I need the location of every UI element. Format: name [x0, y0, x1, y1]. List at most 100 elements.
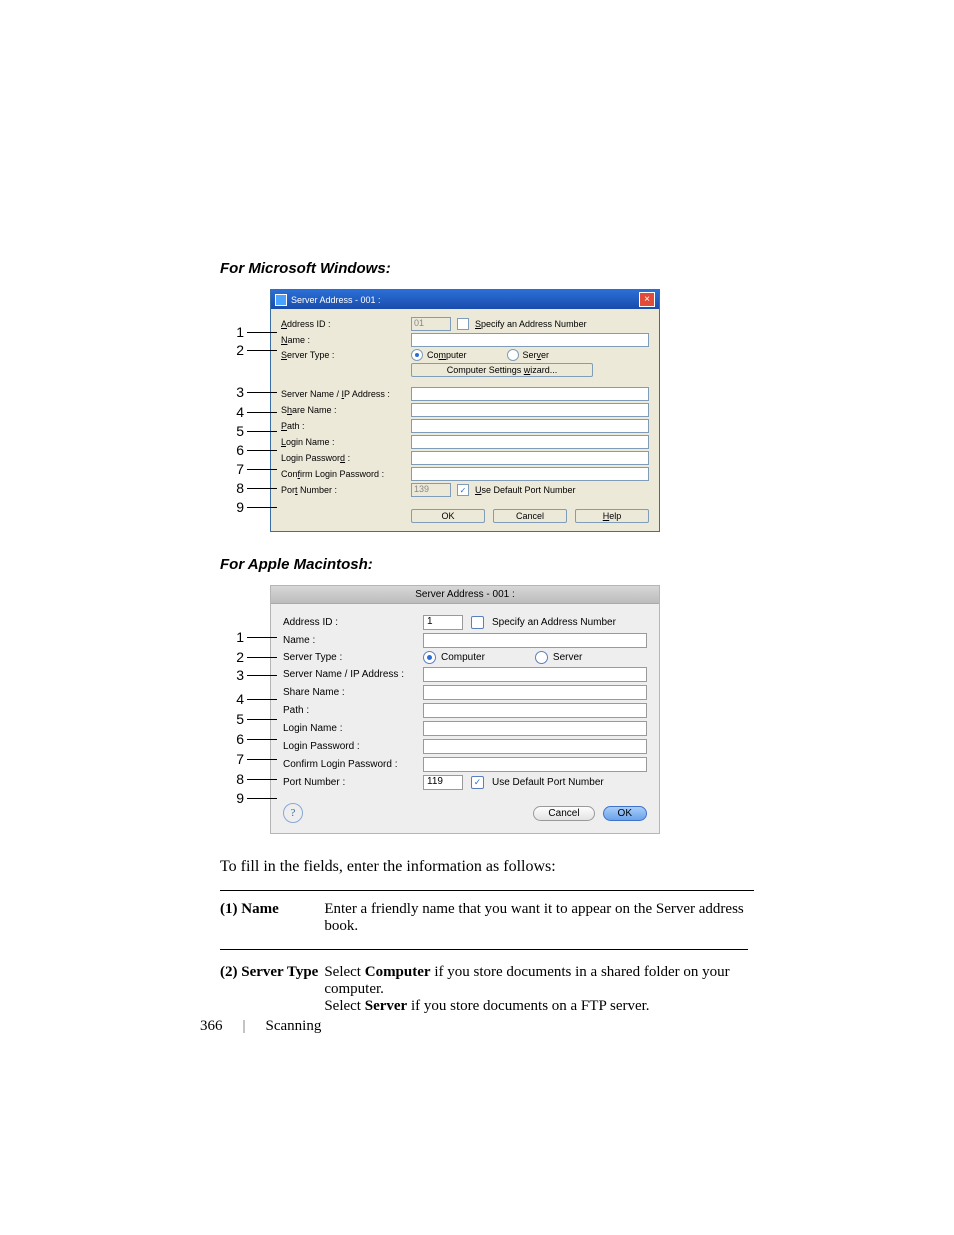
windows-title-text: Server Address - 001 : [291, 295, 381, 305]
mac-callouts: 1 2 3 4 5 6 7 8 9 [232, 585, 270, 834]
mac-input-address-id[interactable]: 1 [423, 615, 463, 630]
radio-server[interactable] [507, 349, 519, 361]
mac-radio-computer[interactable] [423, 651, 436, 664]
callout-8: 8 [232, 480, 244, 496]
section-name: Scanning [266, 1018, 322, 1035]
heading-mac: For Apple Macintosh: [220, 556, 754, 573]
mac-label-login-name: Login Name : [283, 723, 423, 734]
help-button[interactable]: Help [575, 509, 649, 523]
input-port-number[interactable]: 139 [411, 483, 451, 497]
mac-label-server-type: Server Type : [283, 652, 423, 663]
mac-callout-5: 5 [232, 711, 244, 727]
mac-callout-4: 4 [232, 691, 244, 707]
input-confirm-password[interactable] [411, 467, 649, 481]
mac-radio-server-label: Server [553, 652, 582, 663]
mac-callout-6: 6 [232, 731, 244, 747]
callout-9: 9 [232, 499, 244, 515]
label-login-password: Login Password : [281, 453, 411, 463]
callout-1: 1 [232, 324, 244, 340]
mac-input-port-number[interactable]: 119 [423, 775, 463, 790]
mac-callout-8: 8 [232, 771, 244, 787]
input-name[interactable] [411, 333, 649, 347]
row2-key: (2) Server Type [220, 958, 324, 1021]
ok-button[interactable]: OK [411, 509, 485, 523]
mac-label-login-password: Login Password : [283, 741, 423, 752]
label-name: Name : [281, 335, 411, 345]
mac-callout-7: 7 [232, 751, 244, 767]
mac-cancel-button[interactable]: Cancel [533, 806, 594, 821]
mac-input-login-password[interactable] [423, 739, 647, 754]
computer-settings-wizard-button[interactable]: Computer Settings wizard... [411, 363, 593, 377]
mac-input-confirm-password[interactable] [423, 757, 647, 772]
callout-7: 7 [232, 461, 244, 477]
radio-server-label: Server [523, 350, 550, 360]
mac-callout-9: 9 [232, 790, 244, 806]
label-share-name: Share Name : [281, 405, 411, 415]
mac-label-path: Path : [283, 705, 423, 716]
radio-computer[interactable] [411, 349, 423, 361]
input-login-password[interactable] [411, 451, 649, 465]
mac-label-share-name: Share Name : [283, 687, 423, 698]
windows-dialog: Server Address - 001 : × Address ID : 01… [270, 289, 660, 532]
cancel-button[interactable]: Cancel [493, 509, 567, 523]
mac-radio-server[interactable] [535, 651, 548, 664]
callout-5: 5 [232, 423, 244, 439]
table-top-rule [220, 890, 754, 891]
app-icon [275, 294, 287, 306]
callout-4: 4 [232, 404, 244, 420]
radio-computer-label: Computer [427, 350, 467, 360]
mac-checkbox-default-port[interactable]: ✓ [471, 776, 484, 789]
mac-dialog-figure: 1 2 3 4 5 6 7 8 9 Server Address - 001 :… [270, 585, 660, 834]
input-server-ip[interactable] [411, 387, 649, 401]
input-share-name[interactable] [411, 403, 649, 417]
mac-callout-3: 3 [232, 667, 244, 683]
mac-label-specify: Specify an Address Number [492, 617, 616, 628]
mac-input-share-name[interactable] [423, 685, 647, 700]
input-path[interactable] [411, 419, 649, 433]
label-server-type: Server Type : [281, 350, 411, 360]
close-icon[interactable]: × [639, 292, 655, 307]
instruction-text: To fill in the fields, enter the informa… [220, 858, 754, 876]
mac-help-icon[interactable]: ? [283, 803, 303, 823]
label-address-id: Address ID : [281, 319, 411, 329]
mac-input-server-ip[interactable] [423, 667, 647, 682]
label-use-default-port: Use Default Port Number [475, 485, 576, 495]
checkbox-specify-address[interactable] [457, 318, 469, 330]
mac-label-name: Name : [283, 635, 423, 646]
mac-input-login-name[interactable] [423, 721, 647, 736]
table-row: (2) Server Type Select Computer if you s… [220, 958, 754, 1021]
table-row: (1) Name Enter a friendly name that you … [220, 895, 754, 941]
input-login-name[interactable] [411, 435, 649, 449]
mac-label-default-port: Use Default Port Number [492, 777, 604, 788]
windows-callouts: 1 2 3 4 5 6 7 8 9 [232, 289, 270, 532]
mac-label-address-id: Address ID : [283, 617, 423, 628]
windows-titlebar: Server Address - 001 : × [271, 290, 659, 309]
checkbox-use-default-port[interactable]: ✓ [457, 484, 469, 496]
label-path: Path : [281, 421, 411, 431]
callout-2: 2 [232, 342, 244, 358]
mac-label-confirm-password: Confirm Login Password : [283, 759, 423, 770]
mac-dialog: Server Address - 001 : Address ID : 1 Sp… [270, 585, 660, 834]
mac-radio-computer-label: Computer [441, 652, 485, 663]
row1-key: (1) Name [220, 895, 324, 941]
input-address-id[interactable]: 01 [411, 317, 451, 331]
label-confirm-password: Confirm Login Password : [281, 469, 411, 479]
label-specify-address: Specify an Address Number [475, 319, 587, 329]
table-divider [220, 949, 748, 950]
mac-checkbox-specify[interactable] [471, 616, 484, 629]
page-footer: 366 | Scanning [200, 1018, 321, 1035]
callout-6: 6 [232, 442, 244, 458]
callout-3: 3 [232, 384, 244, 400]
label-login-name: Login Name : [281, 437, 411, 447]
heading-windows: For Microsoft Windows: [220, 260, 754, 277]
mac-input-path[interactable] [423, 703, 647, 718]
mac-input-name[interactable] [423, 633, 647, 648]
label-server-ip: Server Name / IP Address : [281, 389, 411, 399]
row1-val: Enter a friendly name that you want it t… [324, 895, 754, 941]
mac-callout-2: 2 [232, 649, 244, 665]
label-port-number: Port Number : [281, 485, 411, 495]
mac-ok-button[interactable]: OK [603, 806, 647, 821]
row2-val: Select Computer if you store documents i… [324, 958, 754, 1021]
page-number: 366 [200, 1018, 223, 1035]
footer-separator: | [243, 1018, 246, 1035]
